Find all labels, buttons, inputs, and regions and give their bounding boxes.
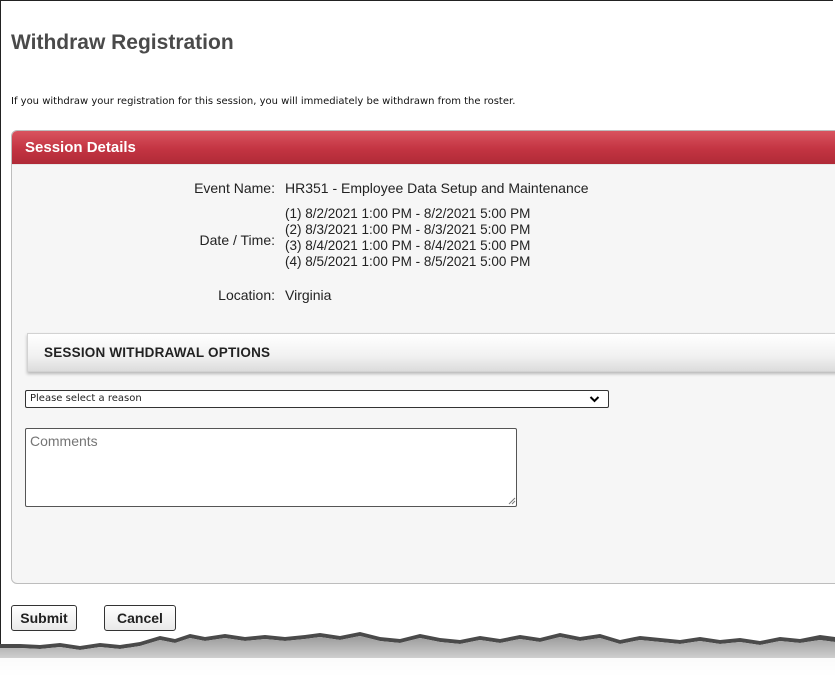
session-details-header: Session Details — [12, 131, 835, 165]
datetime-item: (4) 8/5/2021 1:00 PM - 8/5/2021 5:00 PM — [285, 254, 531, 269]
datetime-item: (2) 8/3/2021 1:00 PM - 8/3/2021 5:00 PM — [285, 222, 531, 237]
session-details-panel: Session Details Event Name: HR351 - Empl… — [11, 130, 835, 584]
datetime-item: (3) 8/4/2021 1:00 PM - 8/4/2021 5:00 PM — [285, 238, 531, 253]
reason-select[interactable]: Please select a reason — [25, 390, 609, 408]
resize-grip-icon[interactable] — [508, 497, 516, 505]
chevron-down-icon — [589, 391, 600, 412]
event-name-value: HR351 - Employee Data Setup and Maintena… — [285, 180, 589, 196]
withdrawal-options-title: SESSION WITHDRAWAL OPTIONS — [44, 345, 271, 360]
page-title: Withdraw Registration — [11, 31, 234, 54]
location-value: Virginia — [285, 287, 332, 303]
withdrawal-options-band: SESSION WITHDRAWAL OPTIONS — [27, 333, 835, 372]
datetime-label: Date / Time: — [199, 232, 275, 248]
withdraw-notice: If you withdraw your registration for th… — [11, 96, 516, 107]
comments-textarea[interactable] — [25, 428, 517, 507]
datetime-item: (1) 8/2/2021 1:00 PM - 8/2/2021 5:00 PM — [285, 206, 531, 221]
reason-select-value: Please select a reason — [30, 393, 142, 404]
event-name-label: Event Name: — [194, 180, 275, 196]
location-label: Location: — [218, 287, 275, 303]
torn-edge-decoration — [0, 632, 835, 678]
datetime-list: (1) 8/2/2021 1:00 PM - 8/2/2021 5:00 PM … — [285, 206, 530, 270]
